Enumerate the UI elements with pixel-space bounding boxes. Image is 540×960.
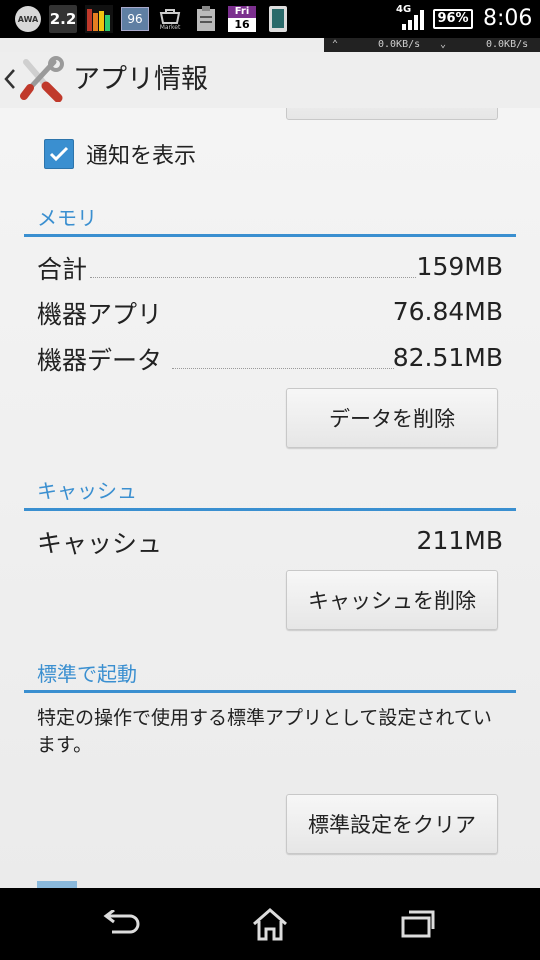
clear-data-button[interactable]: データを削除 [286,388,498,448]
check-icon [49,146,69,162]
action-bar: アプリ情報 [0,52,540,109]
show-notifications-checkbox[interactable] [44,139,74,169]
memory-data-value: 82.51MB [392,343,503,372]
upload-arrow-icon: ⌃ [332,39,339,50]
home-icon [253,908,287,941]
dotted-leader [90,277,416,278]
version-icon: 2.2 [49,5,77,33]
calendar-icon: Fri 16 [228,5,256,33]
cache-label: キャッシュ [37,529,163,558]
download-speed: 0.0KB/s [486,39,529,50]
upload-speed: 0.0KB/s [378,39,421,50]
cache-section-divider [24,508,516,511]
navigation-bar [0,888,540,960]
partial-button[interactable] [286,108,498,120]
download-arrow-icon: ⌄ [440,39,447,50]
next-section-title-partial [37,881,77,888]
cache-section-title: キャッシュ [37,479,137,503]
show-notifications-label: 通知を表示 [86,144,197,169]
nav-home-button[interactable] [230,898,310,950]
back-arrow-icon [103,910,140,934]
cache-value: 211MB [416,526,503,555]
tools-app-icon [20,56,64,102]
memory-app-value: 76.84MB [392,297,503,326]
network-speed-bar: ⌃ 0.0KB/s ⌄ 0.0KB/s [324,38,540,52]
launch-default-description: 特定の操作で使用する標準アプリとして設定されています。 [37,707,492,756]
launch-default-section-divider [24,690,516,693]
memory-total-value: 159MB [416,252,503,281]
back-button[interactable] [0,52,66,108]
status-bar: AWA 2.2 96 Market Fri 16 4G 96% 8:06 [0,0,540,38]
clear-defaults-button[interactable]: 標準設定をクリア [286,794,498,854]
temperature-icon: 96 [121,5,149,33]
app-info-content: 通知を表示 メモリ 合計 159MB 機器アプリ 76.84MB 機器データ 8… [0,108,540,888]
launch-default-section-title: 標準で起動 [37,662,137,686]
signal-icon [402,10,426,34]
dotted-leader [172,368,394,369]
nav-recents-button[interactable] [378,898,458,950]
equalizer-icon [85,5,113,33]
memory-app-label: 機器アプリ [37,300,163,329]
phone-device-icon [266,5,290,33]
clipboard-icon [193,5,219,33]
memory-section-divider [24,234,516,237]
memory-data-label: 機器データ [37,346,163,375]
nav-back-button[interactable] [82,898,162,950]
status-time: 8:06 [483,6,533,31]
market-icon: Market [156,5,184,33]
memory-total-label: 合計 [37,255,88,284]
clear-cache-button[interactable]: キャッシュを削除 [286,570,498,630]
page-title: アプリ情報 [73,64,208,95]
recent-apps-icon [401,910,435,938]
chevron-left-icon [4,69,15,89]
memory-section-title: メモリ [37,206,97,230]
awa-icon: AWA [14,5,42,33]
show-notifications-row[interactable]: 通知を表示 [44,138,196,170]
battery-level: 96% [437,11,469,26]
battery-icon: 96% [433,9,473,29]
